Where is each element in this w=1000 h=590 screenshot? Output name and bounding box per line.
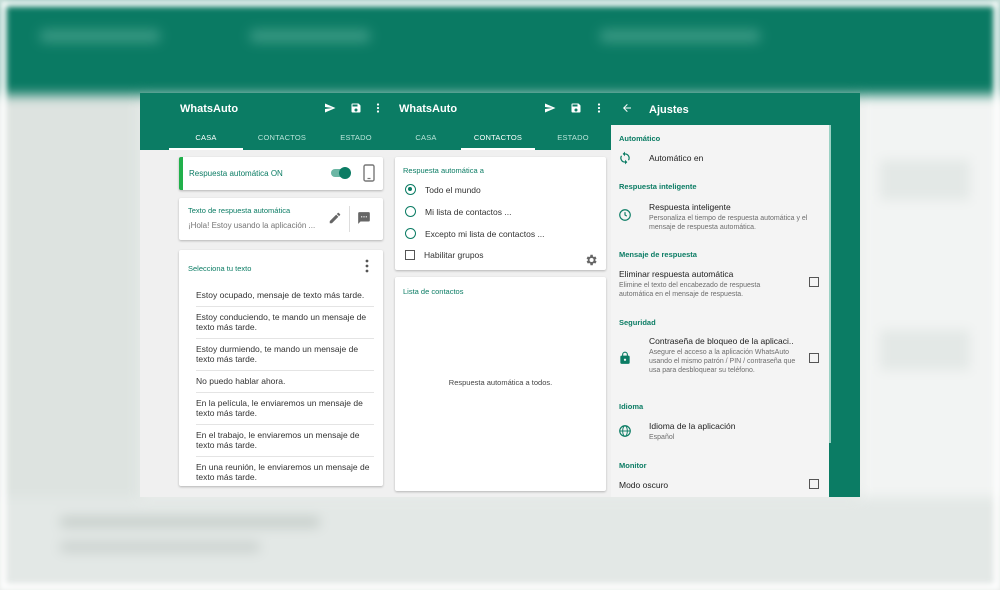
settings-title: Ajustes (649, 104, 689, 116)
contacts-empty-text: Respuesta automática a todos. (448, 378, 553, 387)
section-monitor: Monitor (619, 461, 647, 470)
remove-header-checkbox[interactable] (809, 277, 819, 287)
section-automatico: Automático (619, 134, 661, 143)
option-enable-groups[interactable]: Habilitar grupos (405, 250, 484, 260)
dark-mode-checkbox[interactable] (809, 479, 819, 489)
more-vert-icon[interactable] (592, 101, 606, 115)
tab-casa[interactable]: CASA (391, 125, 461, 150)
mensaje-title[interactable]: Eliminar respuesta automática (619, 269, 733, 279)
lock-checkbox[interactable] (809, 353, 819, 363)
auto-reply-card: Respuesta automática ON (179, 157, 383, 190)
more-vert-icon[interactable] (371, 101, 385, 115)
reply-to-label: Respuesta automática a (403, 166, 484, 175)
list-item[interactable]: En el trabajo, le enviaremos un mensaje … (196, 425, 374, 457)
lock-icon (620, 351, 630, 364)
monitor-title[interactable]: Modo oscuro (619, 480, 668, 490)
scrollbar[interactable] (829, 125, 831, 443)
tab-contactos[interactable]: CONTACTOS (243, 125, 321, 150)
tab-contactos[interactable]: CONTACTOS (461, 125, 535, 150)
message-list: Estoy ocupado, mensaje de texto más tard… (196, 285, 374, 488)
mensaje-desc: Elimine el texto del encabezado de respu… (619, 282, 761, 298)
groups-label: Habilitar grupos (424, 250, 484, 260)
option-label: Mi lista de contactos ... (425, 206, 512, 217)
app-title: WhatsAuto (180, 103, 239, 115)
contactos-panel: WhatsAuto CASA CONTACTOS ESTADO Respuest… (391, 93, 611, 497)
ajustes-panel: Ajustes Automático Automático en Respues… (611, 93, 860, 497)
section-seguridad: Seguridad (619, 318, 656, 327)
clock-icon (619, 209, 631, 221)
reply-text-value: ¡Hola! Estoy usando la aplicación ... (188, 221, 316, 230)
seguridad-title[interactable]: Contraseña de bloqueo de la aplicaci.. (649, 336, 794, 346)
tab-estado[interactable]: ESTADO (321, 125, 391, 150)
app-screenshot: WhatsAuto CASA CONTACTOS ESTADO Respuest… (140, 93, 860, 497)
seguridad-desc: Asegure el acceso a la aplicación WhatsA… (649, 349, 796, 374)
app-bar: WhatsAuto (140, 93, 391, 125)
reply-to-card: Respuesta automática a Todo el mundo Mi … (395, 157, 606, 270)
tab-estado[interactable]: ESTADO (535, 125, 611, 150)
inteligente-desc: Personaliza el tiempo de respuesta autom… (649, 215, 808, 231)
groups-checkbox[interactable] (405, 250, 415, 260)
casa-panel: WhatsAuto CASA CONTACTOS ESTADO Respuest… (140, 93, 391, 497)
phone-icon[interactable] (363, 164, 375, 182)
settings-list: Automático Automático en Respuesta intel… (611, 125, 829, 497)
app-bar: Ajustes (611, 93, 860, 125)
tab-casa[interactable]: CASA (169, 125, 243, 150)
globe-icon (619, 425, 631, 437)
divider (349, 206, 350, 232)
option-label: Todo el mundo (425, 184, 481, 195)
option-everyone[interactable]: Todo el mundo (405, 184, 481, 195)
send-icon[interactable] (323, 101, 337, 115)
message-icon[interactable] (357, 211, 371, 225)
casa-content: Respuesta automática ON Texto de respues… (140, 150, 391, 497)
list-item[interactable]: No puedo hablar ahora. (196, 371, 374, 393)
contacts-card: Lista de contactos Respuesta automática … (395, 277, 606, 491)
option-my-contacts[interactable]: Mi lista de contactos ... (405, 206, 511, 217)
radio-selected[interactable] (405, 184, 416, 195)
more-vert-icon[interactable] (362, 258, 372, 274)
reply-text-label: Texto de respuesta automática (188, 206, 291, 215)
list-item[interactable]: Estoy ocupado, mensaje de texto más tard… (196, 285, 374, 307)
section-idioma: Idioma (619, 402, 644, 411)
contacts-label: Lista de contactos (403, 287, 464, 296)
edit-icon[interactable] (328, 211, 342, 225)
sync-icon (620, 151, 630, 165)
section-inteligente: Respuesta inteligente (619, 182, 697, 191)
reply-text-card[interactable]: Texto de respuesta automática ¡Hola! Est… (179, 198, 383, 240)
gear-icon[interactable] (584, 253, 598, 267)
list-item[interactable]: Estoy conduciendo, te mando un mensaje d… (196, 307, 374, 339)
save-icon[interactable] (349, 101, 363, 115)
auto-reply-toggle[interactable] (331, 167, 351, 179)
list-item[interactable]: En una reunión, le enviaremos un mensaje… (196, 457, 374, 488)
automatico-item[interactable]: Automático en (649, 153, 703, 163)
app-bar: WhatsAuto (391, 93, 611, 125)
radio[interactable] (405, 206, 416, 217)
idioma-title[interactable]: Idioma de la aplicación (649, 421, 735, 431)
contactos-content: Respuesta automática a Todo el mundo Mi … (391, 150, 611, 497)
inteligente-title[interactable]: Respuesta inteligente (649, 202, 731, 212)
tab-bar: CASA CONTACTOS ESTADO (140, 125, 391, 150)
save-icon[interactable] (569, 101, 583, 115)
auto-reply-label: Respuesta automática ON (189, 169, 283, 178)
list-item[interactable]: En la película, le enviaremos un mensaje… (196, 393, 374, 425)
option-label: Excepto mi lista de contactos ... (425, 228, 545, 239)
select-text-card: Selecciona tu texto Estoy ocupado, mensa… (179, 250, 383, 486)
select-text-label: Selecciona tu texto (188, 264, 252, 273)
app-title: WhatsAuto (399, 103, 458, 115)
idioma-value: Español (649, 434, 675, 441)
list-item[interactable]: Estoy durmiendo, te mando un mensaje de … (196, 339, 374, 371)
tab-bar: CASA CONTACTOS ESTADO (391, 125, 611, 150)
back-arrow-icon[interactable] (621, 102, 633, 114)
option-except-contacts[interactable]: Excepto mi lista de contactos ... (405, 228, 545, 239)
section-mensaje: Mensaje de respuesta (619, 250, 697, 259)
radio[interactable] (405, 228, 416, 239)
send-icon[interactable] (543, 101, 557, 115)
